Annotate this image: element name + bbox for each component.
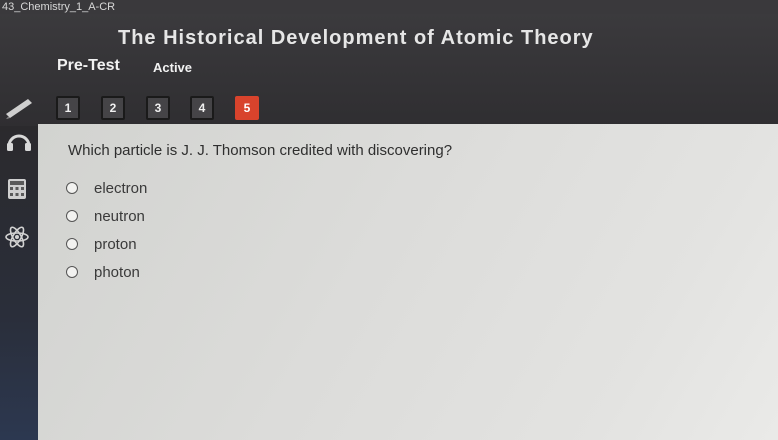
- atom-icon[interactable]: [4, 226, 34, 248]
- answer-label: neutron: [94, 208, 145, 225]
- headphones-icon[interactable]: [4, 130, 34, 152]
- window-tab-title: 43_Chemistry_1_A-CR: [0, 0, 778, 14]
- test-header: The Historical Development of Atomic The…: [0, 14, 778, 126]
- question-nav-2[interactable]: 2: [101, 96, 125, 120]
- question-nav-3[interactable]: 3: [146, 96, 170, 120]
- question-panel: Which particle is J. J. Thomson credited…: [38, 124, 778, 440]
- calculator-icon[interactable]: [4, 178, 34, 200]
- mode-label: Pre-Test: [57, 57, 120, 74]
- page-title: The Historical Development of Atomic The…: [118, 27, 594, 49]
- radio-button[interactable]: [66, 238, 78, 250]
- question-text: Which particle is J. J. Thomson credited…: [68, 142, 453, 159]
- question-nav-1[interactable]: 1: [56, 96, 80, 120]
- radio-button[interactable]: [66, 266, 78, 278]
- question-nav-5[interactable]: 5: [235, 96, 259, 120]
- answer-label: proton: [94, 236, 137, 253]
- radio-button[interactable]: [66, 210, 78, 222]
- answer-label: electron: [94, 180, 148, 197]
- status-label: Active: [153, 60, 193, 75]
- answer-label: photon: [94, 264, 140, 281]
- tool-sidebar: [0, 126, 38, 440]
- pencil-icon[interactable]: [4, 97, 36, 119]
- radio-button[interactable]: [66, 182, 78, 194]
- question-nav-4[interactable]: 4: [190, 96, 214, 120]
